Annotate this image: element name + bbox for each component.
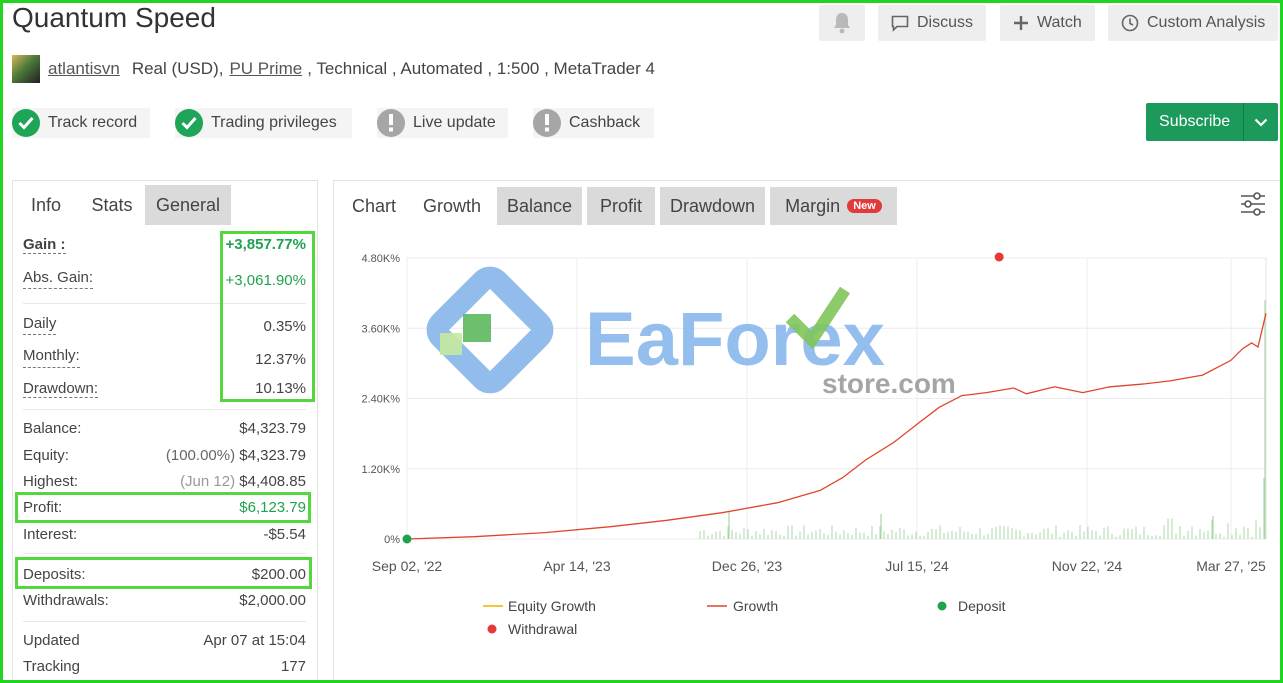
withdrawal-marker[interactable] <box>994 252 1004 262</box>
y-tick-label: 4.80K% <box>361 253 400 265</box>
growth-chart: EaForex store.com 0%1.20K%2.40K%3.60K%4.… <box>361 252 1267 637</box>
x-tick-label: Dec 26, '23 <box>712 558 783 574</box>
watermark-subtext: store.com <box>822 368 956 399</box>
legend-deposit-swatch <box>937 601 947 611</box>
x-tick-label: Nov 22, '24 <box>1052 558 1123 574</box>
x-tick-label: Apr 14, '23 <box>543 558 610 574</box>
legend-equity-label[interactable]: Equity Growth <box>508 598 596 614</box>
legend-withdrawal-swatch <box>487 624 497 634</box>
y-tick-label: 3.60K% <box>361 323 400 335</box>
x-tick-label: Sep 02, '22 <box>372 558 443 574</box>
y-tick-label: 0% <box>384 534 400 546</box>
x-tick-label: Jul 15, '24 <box>885 558 949 574</box>
watermark-square <box>440 333 462 355</box>
deposit-marker[interactable] <box>402 534 412 544</box>
y-tick-label: 1.20K% <box>361 464 400 476</box>
legend-growth-label[interactable]: Growth <box>733 598 778 614</box>
legend-withdrawal-label[interactable]: Withdrawal <box>508 621 577 637</box>
legend-deposit-label[interactable]: Deposit <box>958 598 1006 614</box>
watermark-square <box>463 314 491 342</box>
y-tick-label: 2.40K% <box>361 394 400 406</box>
x-tick-label: Mar 27, '25 <box>1196 558 1266 574</box>
